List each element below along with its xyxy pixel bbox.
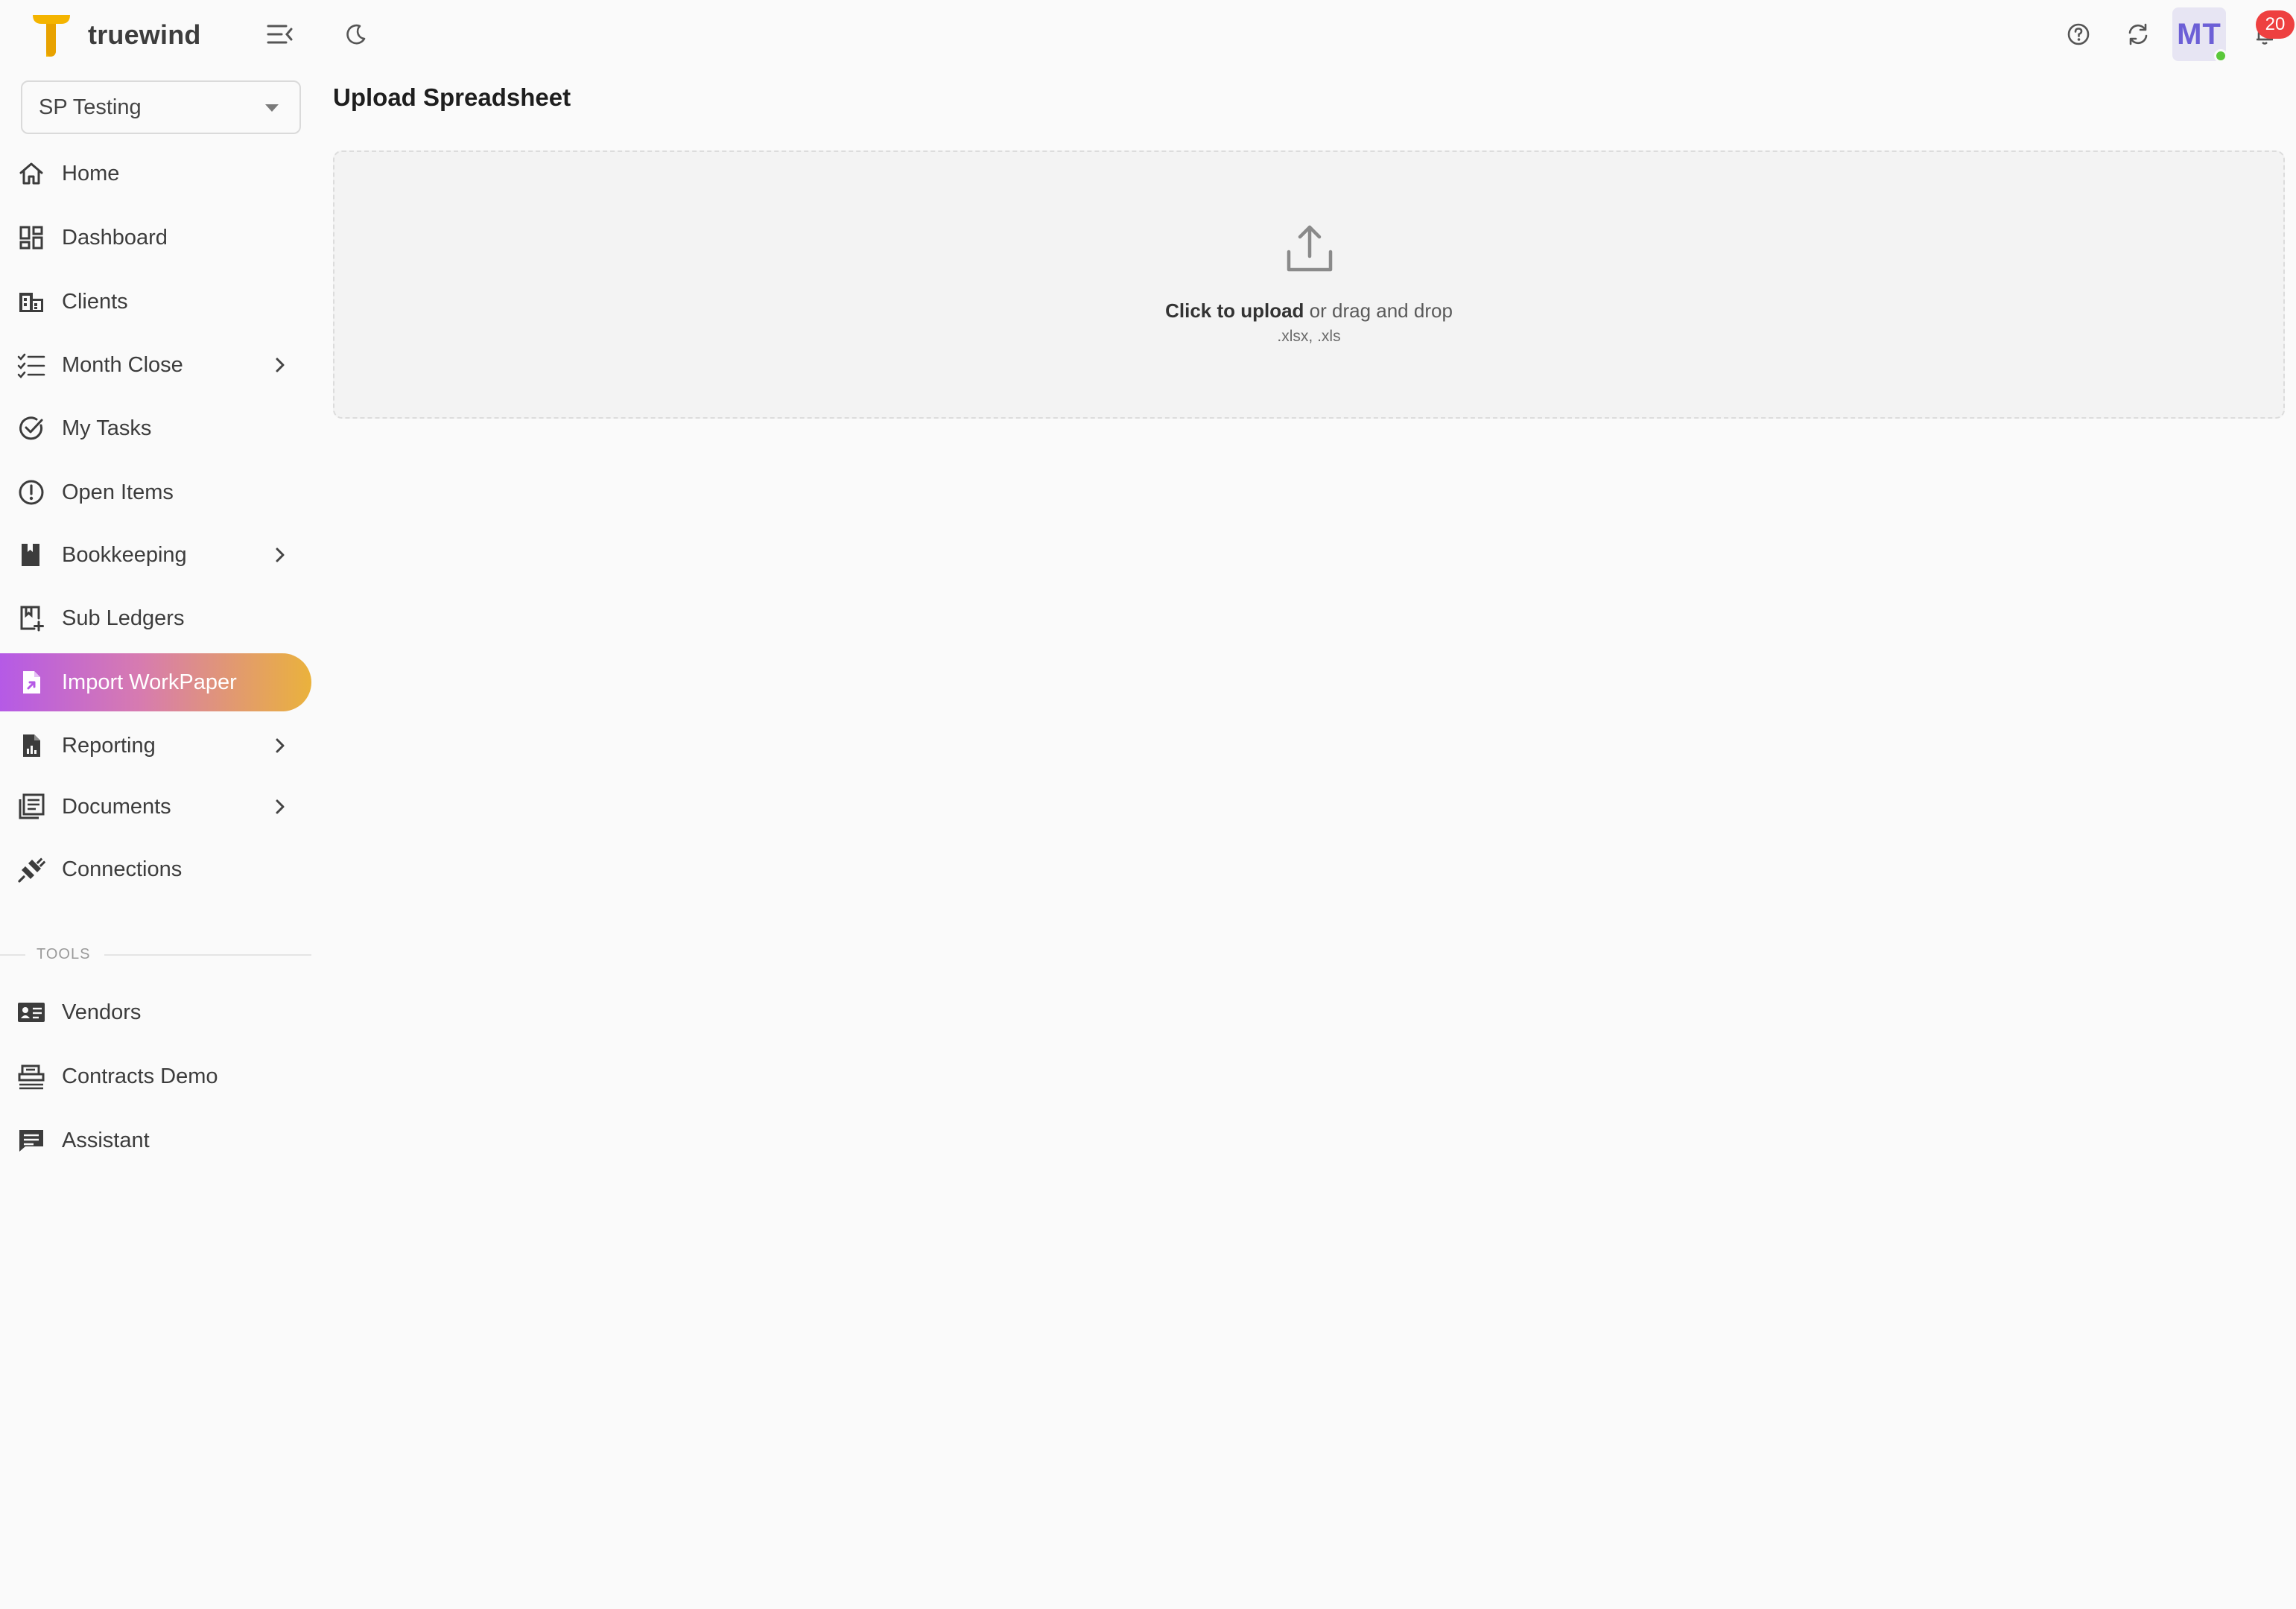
sidebar-item-label: Dashboard bbox=[62, 225, 168, 250]
chevron-right-icon bbox=[270, 735, 291, 756]
refresh-icon bbox=[2128, 23, 2148, 45]
file-upload-dropzone[interactable]: Click to upload or drag and drop .xlsx, … bbox=[333, 150, 2285, 419]
sidebar-item-bookkeeping[interactable]: Bookkeeping bbox=[0, 526, 311, 584]
dropzone-instructions: Click to upload or drag and drop bbox=[334, 299, 2283, 323]
sidebar-item-label: Clients bbox=[62, 289, 128, 314]
help-icon bbox=[2067, 23, 2090, 45]
sidebar-item-label: Sub Ledgers bbox=[62, 606, 185, 630]
sidebar-item-label: My Tasks bbox=[62, 416, 152, 440]
notification-count-badge: 20 bbox=[2256, 10, 2295, 39]
book-icon bbox=[16, 540, 46, 570]
caret-down-icon bbox=[265, 104, 279, 112]
chevron-right-icon bbox=[270, 355, 291, 375]
theme-toggle-button[interactable] bbox=[341, 19, 371, 49]
sidebar-item-open-items[interactable]: Open Items bbox=[0, 463, 311, 521]
chat-icon bbox=[16, 1126, 46, 1155]
help-button[interactable] bbox=[2064, 19, 2093, 49]
sidebar-item-label: Documents bbox=[62, 794, 171, 819]
sidebar-item-label: Assistant bbox=[62, 1128, 150, 1152]
drag-drop-text: or drag and drop bbox=[1304, 299, 1453, 322]
checklist-icon bbox=[16, 350, 46, 380]
sidebar-item-documents[interactable]: Documents bbox=[0, 778, 311, 836]
sidebar-item-month-close[interactable]: Month Close bbox=[0, 336, 311, 394]
sidebar-item-reporting[interactable]: Reporting bbox=[0, 717, 311, 775]
organization-select[interactable]: SP Testing bbox=[21, 80, 301, 134]
contract-icon bbox=[16, 1061, 46, 1091]
sidebar-item-assistant[interactable]: Assistant bbox=[0, 1111, 311, 1170]
sidebar-item-connections[interactable]: Connections bbox=[0, 840, 311, 898]
sidebar-item-label: Month Close bbox=[62, 352, 183, 377]
sidebar-item-dashboard[interactable]: Dashboard bbox=[0, 209, 311, 267]
brand-logo[interactable]: truewind bbox=[30, 12, 201, 58]
online-status-dot bbox=[2214, 49, 2227, 63]
accepted-file-types: .xlsx, .xls bbox=[1277, 328, 1341, 345]
avatar-initials: MT bbox=[2177, 17, 2222, 51]
sidebar-collapse-button[interactable] bbox=[264, 19, 296, 49]
sidebar-item-home[interactable]: Home bbox=[0, 145, 311, 203]
building-icon bbox=[16, 287, 46, 317]
sidebar-item-clients[interactable]: Clients bbox=[0, 273, 311, 331]
dashboard-icon bbox=[16, 223, 46, 253]
sidebar-item-label: Reporting bbox=[62, 733, 156, 758]
report-icon bbox=[16, 731, 46, 761]
chevron-right-icon bbox=[270, 545, 291, 565]
sidebar-item-label: Vendors bbox=[62, 1000, 142, 1024]
file-import-icon bbox=[16, 667, 46, 697]
chevron-right-icon bbox=[270, 796, 291, 817]
documents-icon bbox=[16, 792, 46, 822]
tools-section-divider: TOOLS bbox=[0, 943, 311, 965]
sidebar-item-my-tasks[interactable]: My Tasks bbox=[0, 399, 311, 457]
sidebar-item-label: Open Items bbox=[62, 480, 174, 504]
sidebar-item-contracts-demo[interactable]: Contracts Demo bbox=[0, 1047, 311, 1105]
sidebar-item-label: Home bbox=[62, 161, 120, 185]
sidebar-item-label: Connections bbox=[62, 857, 183, 881]
upload-icon bbox=[1287, 225, 1333, 272]
contact-card-icon bbox=[16, 997, 46, 1027]
sidebar-item-sub-ledgers[interactable]: Sub Ledgers bbox=[0, 589, 311, 647]
sidebar-item-label: Contracts Demo bbox=[62, 1064, 218, 1088]
brand-name: truewind bbox=[88, 19, 201, 50]
app-window: truewind SP Testing Home Dashboard Clien… bbox=[0, 0, 2296, 1609]
menu-collapse-icon bbox=[267, 25, 293, 44]
moon-icon bbox=[346, 24, 366, 45]
page-title: Upload Spreadsheet bbox=[333, 83, 571, 111]
refresh-button[interactable] bbox=[2123, 19, 2153, 49]
t-logo-icon bbox=[33, 15, 70, 57]
sidebar-item-vendors[interactable]: Vendors bbox=[0, 983, 311, 1041]
sidebar-item-label: Import WorkPaper bbox=[62, 670, 237, 694]
plug-icon bbox=[16, 854, 46, 884]
sidebar-item-import-workpaper[interactable]: Import WorkPaper bbox=[0, 653, 311, 711]
sidebar-item-label: Bookkeeping bbox=[62, 542, 187, 567]
organization-select-value: SP Testing bbox=[39, 95, 142, 119]
tools-section-label: TOOLS bbox=[37, 945, 91, 962]
divider-line bbox=[0, 954, 25, 956]
click-to-upload-link[interactable]: Click to upload bbox=[1165, 299, 1304, 322]
check-circle-icon bbox=[16, 413, 46, 443]
divider-line bbox=[104, 954, 311, 956]
alert-circle-icon bbox=[16, 477, 46, 507]
home-icon bbox=[16, 159, 46, 188]
ledger-add-icon bbox=[16, 603, 46, 633]
user-avatar[interactable]: MT bbox=[2172, 7, 2227, 63]
